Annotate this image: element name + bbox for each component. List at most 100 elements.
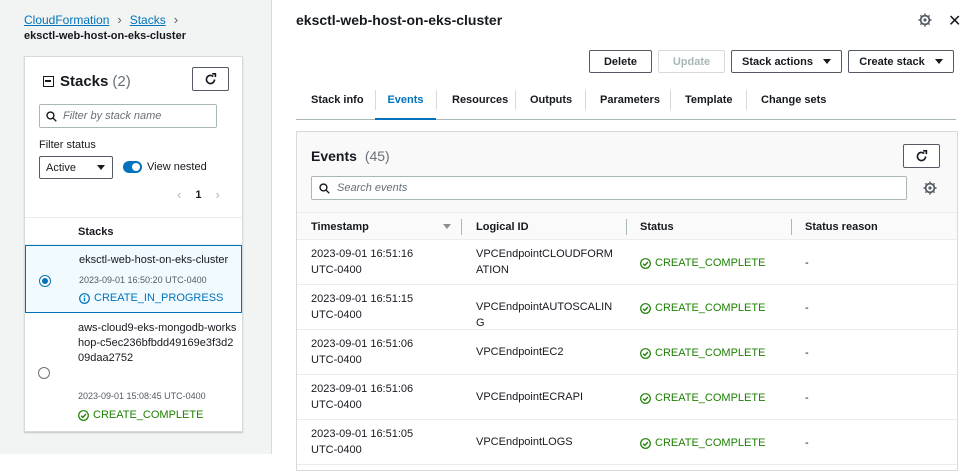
tab-change-sets[interactable]: Change sets — [761, 88, 826, 120]
column-header-status-reason[interactable]: Status reason — [805, 221, 878, 233]
tab-divider — [670, 90, 671, 110]
event-status-text: CREATE_COMPLETE — [655, 302, 766, 314]
success-check-icon — [640, 392, 651, 404]
table-row: 2023-09-01 16:51:15 UTC-0400 VPCEndpoint… — [297, 285, 957, 330]
stacks-count: (2) — [112, 73, 131, 90]
table-row: 2023-09-01 16:51:05 UTC-0400 VPCEndpoint… — [297, 420, 957, 465]
stack-name[interactable]: eksctl-web-host-on-eks-cluster — [79, 253, 239, 268]
caret-down-icon — [97, 165, 105, 170]
event-status: CREATE_COMPLETE — [640, 390, 765, 406]
tab-outputs[interactable]: Outputs — [530, 88, 572, 120]
stacks-panel-header: Stacks (2) — [43, 73, 131, 90]
event-status: CREATE_COMPLETE — [640, 255, 765, 271]
event-status-reason: - — [805, 347, 809, 359]
column-header-status[interactable]: Status — [640, 221, 674, 233]
tab-events[interactable]: Events — [375, 88, 436, 120]
stack-row[interactable]: eksctl-web-host-on-eks-cluster 2023-09-0… — [25, 245, 242, 313]
event-status: CREATE_COMPLETE — [640, 345, 765, 361]
refresh-icon — [916, 149, 928, 161]
table-row: 2023-09-01 16:51:06 UTC-0400 VPCEndpoint… — [297, 375, 957, 420]
stack-search-input[interactable]: Filter by stack name — [39, 104, 217, 128]
event-status: CREATE_COMPLETE — [640, 300, 765, 316]
event-status-reason: - — [805, 392, 809, 404]
breadcrumb-current: eksctl-web-host-on-eks-cluster — [24, 30, 186, 42]
column-header-logical-id[interactable]: Logical ID — [476, 221, 529, 233]
chevron-right-icon: › — [173, 12, 179, 27]
stack-radio-selected[interactable] — [39, 275, 51, 287]
settings-gear-icon[interactable] — [918, 13, 932, 27]
tab-template[interactable]: Template — [685, 88, 732, 120]
detail-tabs: Stack info Events Resources Outputs Para… — [296, 88, 956, 120]
search-icon — [319, 182, 330, 194]
event-timestamp: 2023-09-01 16:51:15 UTC-0400 — [311, 293, 414, 321]
filter-status-label: Filter status — [39, 139, 96, 151]
stack-actions-button[interactable]: Stack actions — [731, 50, 842, 73]
chevron-left-icon[interactable]: ‹ — [177, 187, 181, 202]
event-timestamp: 2023-09-01 16:51:16 UTC-0400 — [311, 248, 414, 276]
events-search-input[interactable]: Search events — [311, 176, 907, 200]
stacks-column-header: Stacks — [25, 217, 242, 245]
caret-down-icon — [822, 59, 831, 64]
event-logical-id: VPCEndpointLOGS — [476, 436, 573, 448]
event-status-reason: - — [805, 302, 809, 314]
event-status-text: CREATE_COMPLETE — [655, 392, 766, 404]
tab-divider — [746, 90, 747, 110]
events-title-text: Events — [311, 148, 357, 164]
info-icon — [79, 292, 90, 304]
stacks-panel-title: Stacks — [60, 73, 109, 90]
column-header-timestamp[interactable]: Timestamp — [311, 221, 369, 233]
success-check-icon — [640, 437, 651, 449]
events-count: (45) — [364, 148, 390, 164]
search-icon — [46, 110, 57, 122]
create-stack-button[interactable]: Create stack — [848, 50, 954, 73]
sort-descending-icon[interactable] — [443, 224, 451, 229]
stack-radio[interactable] — [38, 367, 50, 379]
event-logical-id: VPCEndpointAUTOSCALING — [476, 301, 613, 329]
create-stack-label: Create stack — [859, 55, 925, 68]
collapse-icon[interactable] — [43, 76, 54, 87]
success-check-icon — [640, 302, 651, 314]
table-settings-gear-icon[interactable] — [923, 181, 937, 195]
event-timestamp: 2023-09-01 16:51:05 UTC-0400 — [311, 428, 414, 456]
success-check-icon — [78, 409, 89, 421]
caret-down-icon — [934, 59, 943, 64]
events-title: Events (45) — [311, 148, 390, 164]
view-nested-toggle[interactable] — [123, 161, 142, 173]
table-row: 2023-09-01 16:51:06 UTC-0400 VPCEndpoint… — [297, 330, 957, 375]
chevron-right-icon[interactable]: › — [215, 187, 219, 202]
stack-search-placeholder: Filter by stack name — [63, 110, 162, 122]
stack-created-date: 2023-09-01 15:08:45 UTC-0400 — [78, 391, 206, 401]
refresh-stacks-button[interactable] — [192, 67, 229, 91]
stack-detail-pane: eksctl-web-host-on-eks-cluster ✕ Delete … — [273, 0, 975, 471]
tab-divider — [585, 90, 586, 110]
events-header: Events (45) Search events — [297, 132, 957, 212]
stack-status-text: CREATE_IN_PROGRESS — [94, 292, 224, 304]
tab-parameters[interactable]: Parameters — [600, 88, 660, 120]
column-divider — [791, 219, 792, 235]
tab-divider — [436, 90, 437, 110]
event-logical-id: VPCEndpointECRAPI — [476, 391, 583, 403]
chevron-right-icon: › — [117, 12, 122, 27]
update-button[interactable]: Update — [658, 50, 725, 73]
breadcrumb-cloudformation-link[interactable]: CloudFormation — [24, 13, 109, 27]
success-check-icon — [640, 257, 651, 269]
stacks-panel: Stacks (2) Filter by stack name Filter s… — [24, 56, 243, 432]
events-table-header: Timestamp Logical ID Status Status reaso… — [297, 212, 957, 240]
column-divider — [626, 219, 627, 235]
stack-created-date: 2023-09-01 16:50:20 UTC-0400 — [79, 275, 207, 285]
pagination: ‹ 1 › — [177, 187, 220, 202]
tab-stack-info[interactable]: Stack info — [311, 88, 364, 120]
stack-name[interactable]: aws-cloud9-eks-mongodb-workshop-c5ec236b… — [78, 321, 238, 366]
delete-button[interactable]: Delete — [589, 50, 652, 73]
refresh-events-button[interactable] — [903, 144, 940, 168]
stack-row[interactable]: aws-cloud9-eks-mongodb-workshop-c5ec236b… — [25, 313, 242, 433]
close-icon[interactable]: ✕ — [948, 11, 961, 31]
events-search-placeholder: Search events — [337, 182, 408, 194]
filter-status-select[interactable]: Active — [39, 156, 113, 179]
tab-resources[interactable]: Resources — [452, 88, 508, 120]
breadcrumb-stacks-link[interactable]: Stacks — [130, 13, 166, 27]
view-nested-label: View nested — [147, 161, 207, 173]
table-row: 2023-09-01 16:51:16 UTC-0400 VPCEndpoint… — [297, 240, 957, 285]
page-number[interactable]: 1 — [195, 189, 201, 201]
event-status-reason: - — [805, 257, 809, 269]
